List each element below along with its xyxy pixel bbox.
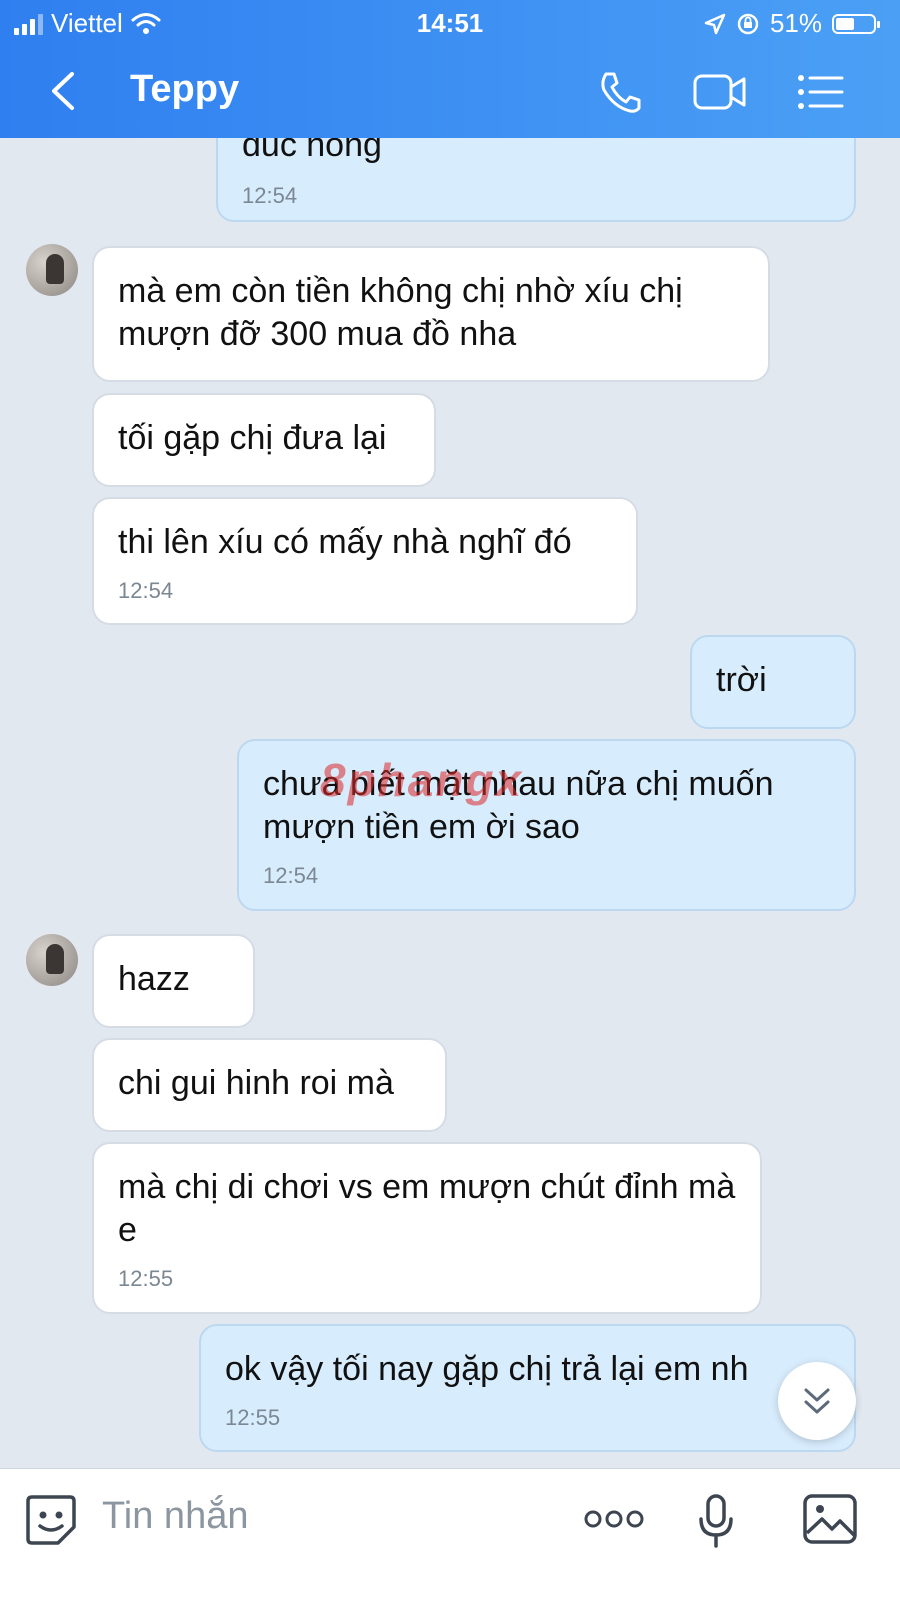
rotation-lock-icon bbox=[737, 13, 759, 34]
message-time: 12:54 bbox=[242, 183, 298, 208]
message-bubble-outgoing[interactable]: chưa biết mặt nhau nữa chị muốn mượn tiề… bbox=[237, 739, 856, 911]
message-text: chưa biết mặt nhau nữa chị muốn mượn tiề… bbox=[263, 765, 774, 846]
message-text: chi gui hinh roi mà bbox=[118, 1064, 394, 1102]
menu-icon[interactable] bbox=[796, 70, 848, 114]
battery-icon bbox=[832, 13, 880, 34]
sticker-icon[interactable] bbox=[24, 1493, 78, 1547]
video-icon[interactable] bbox=[692, 70, 748, 114]
message-bubble-incoming[interactable]: mà em còn tiền không chị nhờ xíu chị mượ… bbox=[92, 246, 770, 382]
scroll-to-bottom-button[interactable] bbox=[778, 1362, 856, 1440]
message-text: mà chị di chơi vs em mượn chút đỉnh mà e bbox=[118, 1168, 736, 1249]
message-bubble-incoming[interactable]: mà chị di chơi vs em mượn chút đỉnh mà e… bbox=[92, 1142, 762, 1314]
location-arrow-icon bbox=[704, 13, 726, 34]
message-input-bar: Tin nhắn bbox=[0, 1468, 900, 1601]
message-bubble-outgoing[interactable]: trời bbox=[690, 635, 856, 729]
battery-percent: 51% bbox=[769, 8, 822, 38]
message-text: mà em còn tiền không chị nhờ xíu chị mượ… bbox=[118, 272, 683, 353]
image-icon[interactable] bbox=[802, 1493, 858, 1545]
chat-area[interactable]: đuc nong 12:54 mà em còn tiền không chị … bbox=[0, 0, 900, 1498]
contact-avatar[interactable] bbox=[26, 244, 78, 296]
back-chevron-icon[interactable] bbox=[44, 68, 84, 114]
status-right: 51% bbox=[704, 8, 880, 39]
message-time: 12:54 bbox=[263, 863, 319, 888]
message-text: tối gặp chị đưa lại bbox=[118, 419, 387, 457]
chat-header: Viettel 14:51 51% Teppy bbox=[0, 0, 900, 138]
message-time: 12:55 bbox=[225, 1405, 281, 1430]
message-time: 12:55 bbox=[118, 1266, 174, 1291]
phone-icon[interactable] bbox=[596, 70, 648, 114]
more-options-icon[interactable] bbox=[584, 1507, 644, 1531]
message-text: thi lên xíu có mấy nhà nghĩ đó bbox=[118, 523, 572, 561]
message-bubble-incoming[interactable]: thi lên xíu có mấy nhà nghĩ đó 12:54 bbox=[92, 497, 638, 625]
message-bubble-outgoing[interactable]: ok vậy tối nay gặp chị trả lại em nh 12:… bbox=[199, 1324, 856, 1452]
message-bubble-incoming[interactable]: tối gặp chị đưa lại bbox=[92, 393, 436, 487]
message-text: trời bbox=[716, 661, 767, 699]
message-bubble-incoming[interactable]: hazz bbox=[92, 934, 255, 1028]
nav-bar: Teppy bbox=[0, 54, 900, 128]
message-text: ok vậy tối nay gặp chị trả lại em nh bbox=[225, 1350, 749, 1388]
message-time: 12:54 bbox=[118, 578, 174, 603]
message-input[interactable]: Tin nhắn bbox=[102, 1495, 248, 1538]
status-bar: Viettel 14:51 51% bbox=[0, 0, 900, 44]
message-text: hazz bbox=[118, 960, 190, 998]
message-bubble-incoming[interactable]: chi gui hinh roi mà bbox=[92, 1038, 447, 1132]
contact-avatar[interactable] bbox=[26, 934, 78, 986]
contact-name[interactable]: Teppy bbox=[130, 68, 239, 111]
microphone-icon[interactable] bbox=[696, 1493, 736, 1549]
double-chevron-down-icon bbox=[804, 1388, 830, 1414]
